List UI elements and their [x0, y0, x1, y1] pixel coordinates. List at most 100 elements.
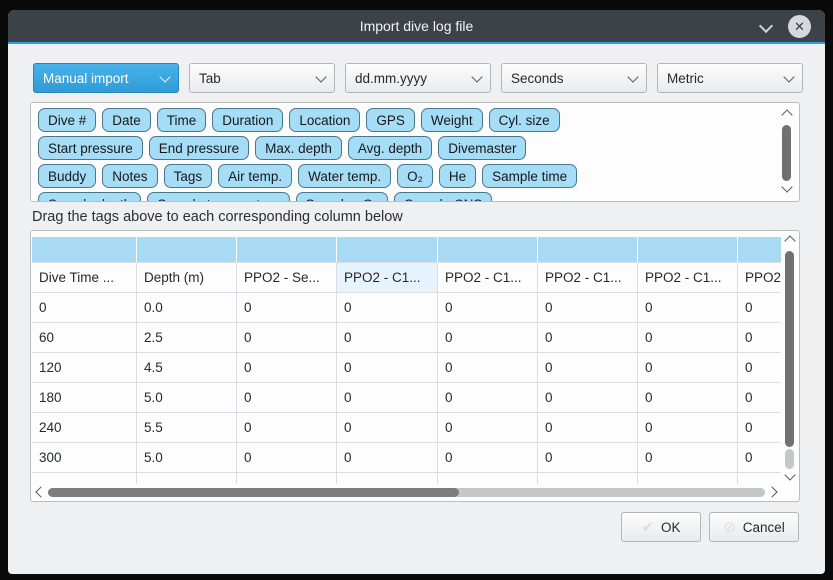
table-cell: 180: [32, 383, 137, 413]
scroll-left-icon[interactable]: [35, 486, 46, 497]
drop-target-cell[interactable]: [538, 237, 638, 263]
field-tag[interactable]: GPS: [366, 108, 415, 132]
field-tag[interactable]: Location: [289, 108, 360, 132]
field-tag[interactable]: Buddy: [38, 164, 96, 188]
drop-target-cell[interactable]: [738, 237, 781, 263]
field-tag[interactable]: Duration: [212, 108, 283, 132]
table-cell: 0: [538, 353, 638, 383]
field-tag[interactable]: Avg. depth: [348, 136, 432, 160]
scroll-up-icon[interactable]: [784, 235, 795, 246]
table-cell: 0: [538, 323, 638, 353]
table-cell: 4.5: [137, 353, 237, 383]
ok-button[interactable]: ✔ OK: [621, 512, 701, 542]
field-separator-value: Tab: [199, 71, 313, 86]
column-header[interactable]: PPO2 - C1...: [438, 263, 538, 293]
scroll-down-icon[interactable]: [784, 469, 795, 480]
column-header[interactable]: PPO2: [738, 263, 781, 293]
table-cell: 0: [337, 353, 438, 383]
import-dialog-window: Import dive log file ✕ Manual import Tab…: [8, 10, 825, 574]
field-tag[interactable]: Sample CNS: [394, 192, 492, 201]
tag-panel-scrollbar[interactable]: [779, 109, 795, 195]
drop-target-cell[interactable]: [137, 237, 237, 263]
field-tag[interactable]: Sample pO₂: [296, 192, 389, 201]
scrollbar-thumb[interactable]: [782, 125, 791, 181]
column-header[interactable]: PPO2 - Se...: [237, 263, 337, 293]
tag-row: Sample depth Sample temperature Sample pO₂…: [38, 192, 775, 201]
field-tag[interactable]: Sample depth: [38, 192, 141, 201]
field-tag[interactable]: Weight: [421, 108, 483, 132]
drop-target-cell[interactable]: [337, 237, 438, 263]
table-vertical-scrollbar[interactable]: [782, 235, 798, 483]
chevron-down-icon: [471, 71, 482, 82]
table-cell: 0: [738, 443, 781, 473]
table-cell: 5.0: [137, 443, 237, 473]
units-value: Metric: [667, 71, 781, 86]
field-tag[interactable]: O₂: [397, 164, 433, 188]
scroll-down-icon[interactable]: [781, 181, 792, 192]
date-format-select[interactable]: dd.mm.yyyy: [345, 63, 491, 93]
close-icon: ✕: [794, 19, 805, 35]
table-cell: 0: [237, 323, 337, 353]
field-tag[interactable]: He: [439, 164, 476, 188]
drop-target-cell[interactable]: [237, 237, 337, 263]
table-cell: 5.0: [137, 383, 237, 413]
drop-target-cell[interactable]: [638, 237, 738, 263]
scrollbar-track[interactable]: [785, 449, 794, 469]
field-tag[interactable]: Time: [157, 108, 207, 132]
field-tag[interactable]: Max. depth: [255, 136, 342, 160]
table-cell: 0.0: [137, 293, 237, 323]
tag-row: Dive #DateTimeDurationLocationGPSWeightC…: [38, 108, 775, 132]
tag-list-panel: Dive #DateTimeDurationLocationGPSWeightC…: [30, 102, 800, 202]
close-button[interactable]: ✕: [788, 15, 811, 38]
column-header[interactable]: Depth (m): [137, 263, 237, 293]
field-tag[interactable]: Date: [102, 108, 151, 132]
tag-rows: Dive #DateTimeDurationLocationGPSWeightC…: [38, 108, 775, 201]
table-cell: 0: [438, 293, 538, 323]
import-type-select[interactable]: Manual import: [33, 63, 179, 93]
table-cell: 0: [237, 353, 337, 383]
field-tag[interactable]: Divemaster: [438, 136, 526, 160]
field-tag[interactable]: Sample temperature: [147, 192, 289, 201]
field-tag[interactable]: Water temp.: [298, 164, 391, 188]
chevron-down-icon: [783, 71, 794, 82]
duration-format-select[interactable]: Seconds: [501, 63, 647, 93]
table-horizontal-scrollbar[interactable]: [33, 485, 780, 499]
ok-label: OK: [661, 520, 681, 535]
table-header-row: Dive Time ...Depth (m)PPO2 - Se...PPO2 -…: [32, 263, 781, 293]
field-tag[interactable]: Notes: [102, 164, 157, 188]
table-cell: 0: [538, 383, 638, 413]
cancel-icon: ⊘: [723, 518, 736, 536]
units-select[interactable]: Metric: [657, 63, 803, 93]
field-separator-select[interactable]: Tab: [189, 63, 335, 93]
field-tag[interactable]: Air temp.: [218, 164, 292, 188]
scroll-right-icon[interactable]: [766, 486, 777, 497]
scrollbar-thumb[interactable]: [48, 488, 459, 497]
table-cell: 0: [738, 383, 781, 413]
column-header[interactable]: PPO2 - C1...: [538, 263, 638, 293]
drop-target-cell[interactable]: [32, 237, 137, 263]
column-header[interactable]: Dive Time ...: [32, 263, 137, 293]
titlebar[interactable]: Import dive log file ✕: [8, 10, 825, 44]
shade-button[interactable]: [759, 19, 773, 33]
column-header[interactable]: PPO2 - C1...: [638, 263, 738, 293]
column-header[interactable]: PPO2 - C1...: [337, 263, 438, 293]
drop-target-cell[interactable]: [438, 237, 538, 263]
table-cell: 0: [638, 443, 738, 473]
scroll-up-icon[interactable]: [781, 109, 792, 120]
table-cell: [738, 473, 781, 484]
field-tag[interactable]: Cyl. size: [489, 108, 560, 132]
table-cell: 0: [638, 383, 738, 413]
cancel-button[interactable]: ⊘ Cancel: [709, 512, 799, 542]
table-cell: 0: [337, 413, 438, 443]
field-tag[interactable]: Tags: [164, 164, 213, 188]
scrollbar-thumb[interactable]: [785, 251, 794, 447]
field-tag[interactable]: Dive #: [38, 108, 96, 132]
field-tag[interactable]: Start pressure: [38, 136, 143, 160]
table-cell: [538, 473, 638, 484]
import-options-toolbar: Manual import Tab dd.mm.yyyy Seconds Met…: [8, 63, 825, 93]
field-tag[interactable]: End pressure: [149, 136, 249, 160]
field-tag[interactable]: Sample time: [482, 164, 577, 188]
table-row: 2405.5000000: [32, 413, 781, 443]
dialog-buttons: ✔ OK ⊘ Cancel: [621, 512, 799, 542]
tag-row: Start pressureEnd pressureMax. depthAvg.…: [38, 136, 775, 160]
